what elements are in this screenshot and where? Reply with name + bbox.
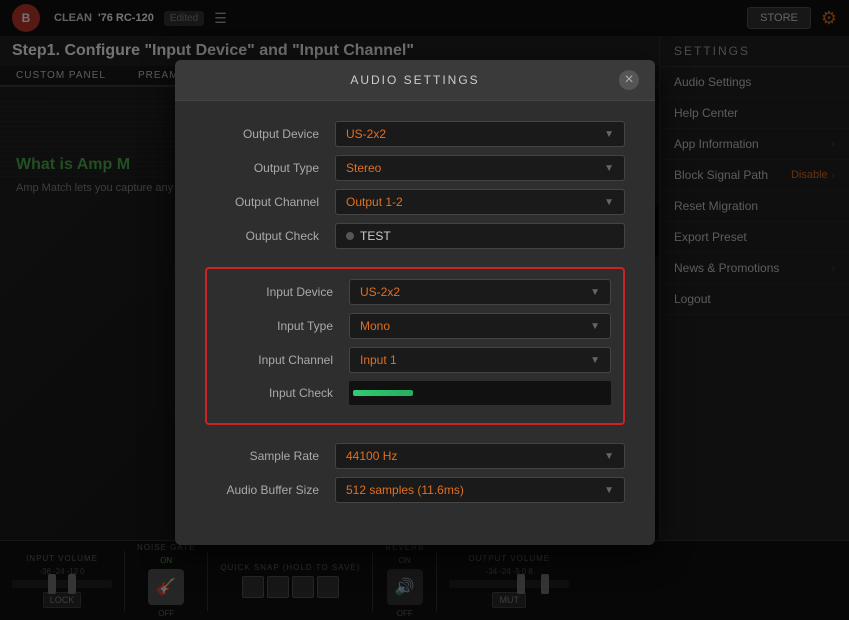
modal-close-button[interactable]: × [619,70,639,90]
input-channel-select[interactable]: Input 1 ▼ [349,347,611,373]
test-dot-icon [346,232,354,240]
buffer-size-select[interactable]: 512 samples (11.6ms) ▼ [335,477,625,503]
input-check-label: Input Check [219,386,349,400]
input-channel-label: Input Channel [219,353,349,367]
modal-title: AUDIO SETTINGS [211,73,619,87]
input-level-meter [349,381,611,405]
input-device-row: Input Device US-2x2 ▼ [219,279,611,305]
output-device-label: Output Device [205,127,335,141]
audio-config-section: Sample Rate 44100 Hz ▼ Audio Buffer Size… [205,443,625,503]
chevron-down-icon: ▼ [604,163,614,174]
output-type-label: Output Type [205,161,335,175]
audio-settings-modal: AUDIO SETTINGS × Output Device US-2x2 ▼ … [175,60,655,545]
output-device-row: Output Device US-2x2 ▼ [205,121,625,147]
input-type-label: Input Type [219,319,349,333]
input-device-label: Input Device [219,285,349,299]
input-level-indicator [353,390,413,396]
chevron-down-icon: ▼ [590,355,600,366]
test-button[interactable]: TEST [335,223,625,249]
output-channel-label: Output Channel [205,195,335,209]
chevron-down-icon: ▼ [590,321,600,332]
input-check-row: Input Check [219,381,611,405]
input-channel-row: Input Channel Input 1 ▼ [219,347,611,373]
buffer-size-row: Audio Buffer Size 512 samples (11.6ms) ▼ [205,477,625,503]
output-device-select[interactable]: US-2x2 ▼ [335,121,625,147]
chevron-down-icon: ▼ [590,287,600,298]
sample-rate-row: Sample Rate 44100 Hz ▼ [205,443,625,469]
modal-header: AUDIO SETTINGS × [175,60,655,101]
chevron-down-icon: ▼ [604,451,614,462]
output-check-row: Output Check TEST [205,223,625,249]
output-section: Output Device US-2x2 ▼ Output Type Stere… [205,121,625,249]
modal-body: Output Device US-2x2 ▼ Output Type Stere… [175,101,655,545]
input-type-row: Input Type Mono ▼ [219,313,611,339]
output-check-label: Output Check [205,229,335,243]
input-type-select[interactable]: Mono ▼ [349,313,611,339]
sample-rate-label: Sample Rate [205,449,335,463]
buffer-size-label: Audio Buffer Size [205,483,335,497]
output-type-row: Output Type Stereo ▼ [205,155,625,181]
sample-rate-select[interactable]: 44100 Hz ▼ [335,443,625,469]
chevron-down-icon: ▼ [604,129,614,140]
output-channel-row: Output Channel Output 1-2 ▼ [205,189,625,215]
chevron-down-icon: ▼ [604,485,614,496]
input-device-select[interactable]: US-2x2 ▼ [349,279,611,305]
chevron-down-icon: ▼ [604,197,614,208]
input-section: Input Device US-2x2 ▼ Input Type Mono ▼ … [205,267,625,425]
output-channel-select[interactable]: Output 1-2 ▼ [335,189,625,215]
output-type-select[interactable]: Stereo ▼ [335,155,625,181]
